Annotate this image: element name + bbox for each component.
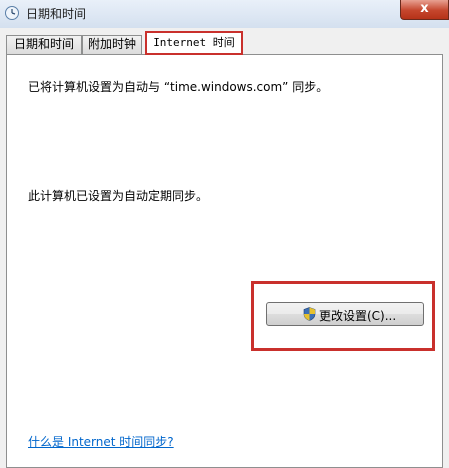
schedule-text: 此计算机已设置为自动定期同步。 [28,189,209,203]
tab-additional-clocks[interactable]: 附加时钟 [82,35,142,54]
title-bar: 日期和时间 x [0,0,449,28]
window-title: 日期和时间 [26,7,87,21]
close-button[interactable]: x [400,0,449,20]
tab-date-time[interactable]: 日期和时间 [6,35,82,54]
close-icon: x [420,1,429,16]
tab-internet-time[interactable]: Internet 时间 [145,31,243,55]
clock-icon [5,6,19,20]
internet-time-help-link[interactable]: 什么是 Internet 时间同步? [28,433,174,450]
change-settings-button[interactable]: 更改设置(C)... [266,302,424,326]
shield-icon [303,307,316,321]
sync-server-text: 已将计算机设置为自动与 “time.windows.com” 同步。 [28,80,329,94]
change-settings-label: 更改设置(C)... [319,309,397,323]
tab-panel [6,54,443,468]
